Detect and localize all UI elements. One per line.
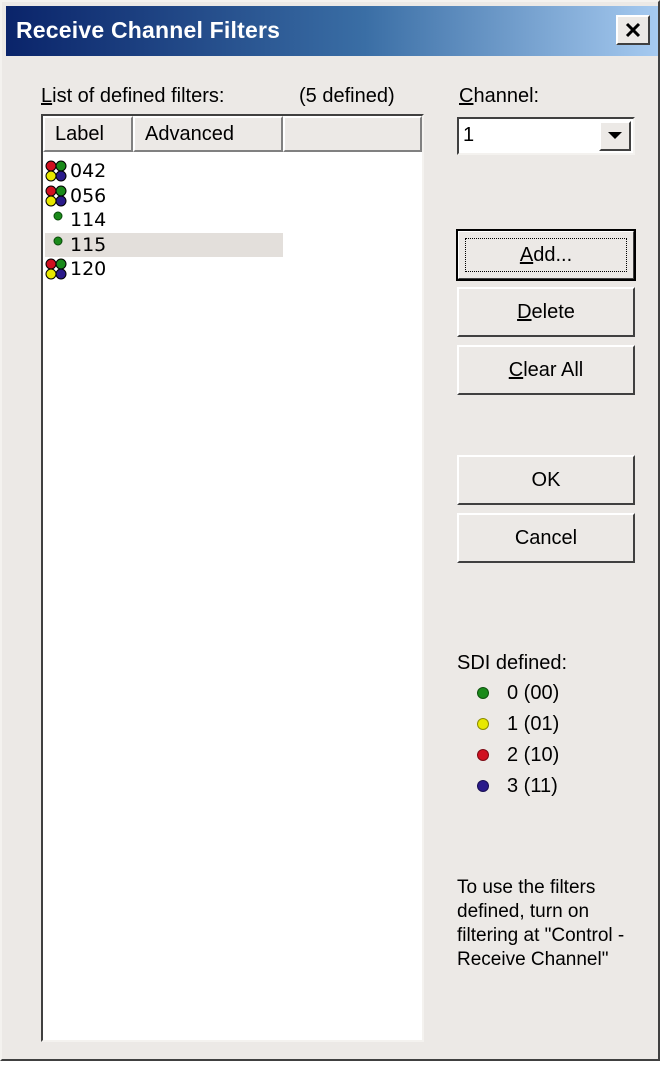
close-button[interactable]	[616, 15, 650, 45]
list-item-label: 114	[70, 209, 107, 231]
channel-label: Channel:	[459, 85, 540, 107]
multi-sdi-icon	[45, 185, 67, 206]
sdi-legend-text: 3 (11)	[507, 774, 558, 797]
chevron-down-icon	[608, 132, 622, 139]
list-item-label: 042	[70, 160, 107, 182]
cancel-button[interactable]: Cancel	[457, 513, 635, 563]
sdi-legend-item: 3 (11)	[477, 772, 558, 800]
title-bar[interactable]: Receive Channel Filters	[6, 6, 658, 56]
list-item-label: 056	[70, 184, 107, 207]
clear-all-button[interactable]: Clear All	[457, 345, 635, 395]
list-item[interactable]: 114	[45, 208, 281, 232]
sdi-dot-icon	[477, 780, 489, 792]
list-item[interactable]: 115	[45, 232, 283, 257]
multi-sdi-icon	[45, 160, 67, 182]
sdi-legend-text: 1 (01)	[507, 712, 560, 735]
filters-listview[interactable]: Label Advanced 042 056 114 115 120	[41, 114, 424, 1042]
list-item[interactable]: 056	[45, 184, 281, 208]
list-item-label: 120	[70, 258, 107, 280]
sdi-legend-item: 0 (00)	[477, 679, 559, 707]
focus-rectangle	[465, 238, 627, 272]
filters-list-label: List of defined filters:	[41, 85, 225, 107]
filters-count: (5 defined)	[299, 85, 395, 107]
listview-header: Label Advanced	[43, 116, 422, 152]
add-button[interactable]: Add...	[456, 229, 636, 281]
channel-select-value: 1	[463, 124, 475, 146]
column-header-empty	[283, 116, 422, 152]
list-item[interactable]: 042	[45, 159, 281, 183]
sdi-legend-item: 1 (01)	[477, 710, 559, 738]
sdi-legend-title: SDI defined:	[457, 652, 568, 674]
multi-sdi-icon	[45, 258, 67, 280]
sdi-dot-icon	[477, 749, 489, 761]
sdi-dot-icon	[477, 687, 489, 699]
list-item[interactable]: 120	[45, 257, 281, 281]
delete-button[interactable]: Delete	[457, 287, 635, 337]
sdi-legend-text: 2 (10)	[507, 743, 560, 766]
window-title: Receive Channel Filters	[16, 17, 281, 43]
close-icon	[625, 22, 641, 38]
channel-dropdown-button[interactable]	[599, 121, 631, 151]
channel-select[interactable]: 1	[457, 117, 635, 155]
sdi-0-dot-icon	[53, 236, 63, 245]
sdi-legend-item: 2 (10)	[477, 741, 559, 769]
list-item-label: 115	[70, 233, 107, 256]
sdi-0-dot-icon	[53, 211, 63, 221]
ok-button[interactable]: OK	[457, 455, 635, 505]
sdi-legend-text: 0 (00)	[507, 681, 560, 704]
receive-channel-filters-dialog: Receive Channel Filters List of defined …	[0, 0, 660, 1061]
filtering-note: To use the filters defined, turn on filt…	[457, 877, 625, 970]
column-header-advanced[interactable]: Advanced	[133, 116, 283, 152]
sdi-dot-icon	[477, 718, 489, 730]
column-header-label[interactable]: Label	[43, 116, 133, 152]
